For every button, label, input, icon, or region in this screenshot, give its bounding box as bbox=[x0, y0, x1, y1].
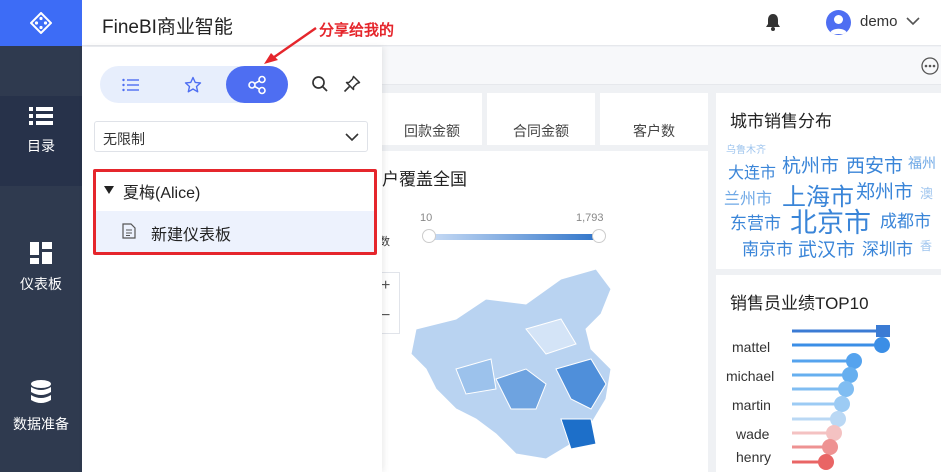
city-word: 兰州市 bbox=[724, 191, 773, 208]
salesperson-label: henry bbox=[736, 449, 772, 465]
user-icon bbox=[830, 15, 847, 34]
dashboard-icon bbox=[30, 242, 52, 264]
map-title: 户覆盖全国 bbox=[382, 170, 467, 189]
salesperson-label: martin bbox=[732, 397, 771, 413]
wordcloud-title: 城市销售分布 bbox=[730, 112, 832, 131]
dashboard-canvas: 回款金额 合同金额 客户数 户覆盖全国 10 1,793 户数 + − 城市销售… bbox=[368, 47, 941, 472]
zoom-out-button[interactable]: − bbox=[381, 307, 390, 325]
nav-item-dashboard[interactable]: 仪表板 bbox=[0, 232, 82, 312]
legend-min: 10 bbox=[420, 212, 433, 224]
tab-favorites[interactable] bbox=[162, 66, 224, 103]
kpi-label: 合同金额 bbox=[513, 123, 569, 139]
city-word: 乌鲁木齐 bbox=[726, 145, 766, 156]
nav-item-catalog[interactable]: 目录 bbox=[0, 96, 82, 186]
legend-max: 1,793 bbox=[576, 212, 604, 224]
zoom-in-button[interactable]: + bbox=[381, 277, 390, 295]
database-icon bbox=[31, 380, 51, 403]
top10-card[interactable]: 销售员业绩TOP10 mattel michael martin wade he… bbox=[716, 275, 941, 472]
nav-label-data-prep: 数据准备 bbox=[13, 416, 69, 432]
china-map[interactable] bbox=[396, 259, 626, 469]
map-card[interactable]: 户覆盖全国 10 1,793 户数 bbox=[368, 151, 708, 472]
tab-list[interactable] bbox=[100, 66, 162, 103]
city-word: 深圳市 bbox=[862, 240, 913, 259]
permission-filter-select[interactable]: 无限制 bbox=[94, 121, 368, 152]
city-word: 西安市 bbox=[846, 156, 904, 177]
legend-gradient-bar bbox=[428, 234, 600, 240]
legend-handle-min[interactable] bbox=[422, 229, 436, 243]
city-word: 南京市 bbox=[742, 240, 793, 259]
app-title: FineBI商业智能 bbox=[102, 17, 233, 38]
city-word: 大连市 bbox=[728, 165, 777, 182]
logo[interactable] bbox=[0, 0, 82, 46]
list-view-icon bbox=[122, 78, 139, 91]
kpi-card-payment[interactable]: 回款金额 bbox=[382, 93, 482, 145]
top10-lollipop-chart[interactable] bbox=[788, 325, 928, 472]
star-icon bbox=[184, 76, 202, 92]
legend-handle-max[interactable] bbox=[592, 229, 606, 243]
more-icon[interactable] bbox=[921, 57, 939, 75]
filter-value: 无限制 bbox=[103, 131, 145, 147]
tab-shared-with-me[interactable] bbox=[226, 66, 288, 103]
salesperson-label: mattel bbox=[732, 339, 771, 355]
nav-label-dashboard: 仪表板 bbox=[20, 276, 62, 292]
chevron-down-icon[interactable] bbox=[906, 14, 920, 28]
nav-item-data-prep[interactable]: 数据准备 bbox=[0, 370, 82, 450]
dashboard-toolbar bbox=[382, 47, 941, 85]
kpi-card-contract[interactable]: 合同金额 bbox=[487, 93, 595, 145]
annotation-arrow-icon bbox=[264, 27, 317, 64]
city-word: 成都市 bbox=[880, 212, 931, 231]
catalog-panel: 无限制 bbox=[82, 47, 382, 472]
kpi-label: 客户数 bbox=[633, 123, 675, 139]
kpi-label: 回款金额 bbox=[404, 123, 460, 139]
city-word: 杭州市 bbox=[782, 156, 840, 177]
list-icon bbox=[29, 107, 53, 125]
annotation-label: 分享给我的 bbox=[319, 22, 395, 39]
share-icon bbox=[248, 75, 266, 94]
view-switcher bbox=[100, 66, 288, 103]
city-word: 武汉市 bbox=[798, 240, 856, 261]
logo-icon bbox=[30, 12, 52, 34]
city-word: 澳 bbox=[920, 186, 934, 201]
bell-icon[interactable] bbox=[765, 13, 781, 31]
nav-label-catalog: 目录 bbox=[27, 138, 55, 154]
left-nav: 目录 仪表板 数据准备 bbox=[0, 0, 82, 472]
wordcloud-card[interactable]: 城市销售分布 乌鲁木齐 大连市 杭州市 西安市 福州 兰州市 上海市 郑州市 澳… bbox=[716, 93, 941, 269]
chevron-down-icon bbox=[345, 133, 359, 142]
city-word: 东营市 bbox=[730, 214, 781, 233]
city-word: 郑州市 bbox=[856, 182, 914, 203]
top-bar: FineBI商业智能 demo bbox=[82, 0, 941, 46]
annotation-highlight-box bbox=[93, 169, 377, 255]
kpi-card-customers[interactable]: 客户数 bbox=[600, 93, 708, 145]
salesperson-label: michael bbox=[726, 368, 775, 384]
top10-title: 销售员业绩TOP10 bbox=[730, 294, 869, 313]
city-word: 福州 bbox=[908, 155, 936, 171]
salesperson-label: wade bbox=[736, 426, 770, 442]
user-name[interactable]: demo bbox=[860, 13, 898, 30]
city-word: 香 bbox=[920, 239, 933, 253]
search-icon[interactable] bbox=[311, 75, 329, 93]
pin-icon[interactable] bbox=[343, 75, 361, 93]
avatar[interactable] bbox=[826, 10, 851, 35]
